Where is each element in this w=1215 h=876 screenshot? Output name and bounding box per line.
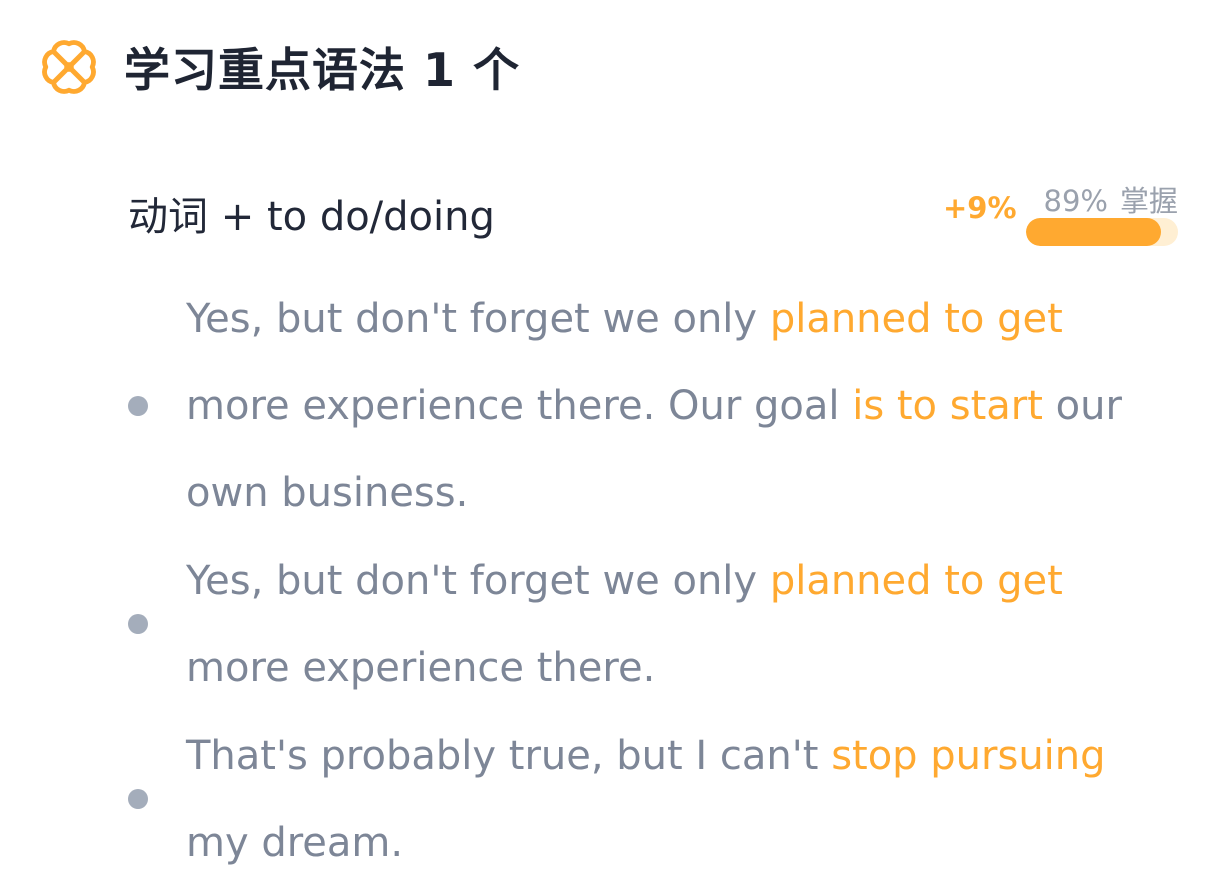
four-petal-flower-icon: [42, 40, 96, 94]
mastery-indicator: +9% 89% 掌握: [943, 178, 1178, 250]
example-sentence-item: Yes, but don't forget we only planned to…: [128, 276, 1188, 538]
section-title: 学习重点语法 1 个: [124, 43, 521, 97]
example-sentence-item: Yes, but don't forget we only planned to…: [128, 538, 1188, 713]
example-sentence-text: That's probably true, but I can't stop p…: [186, 713, 1176, 876]
example-sentence-item: That's probably true, but I can't stop p…: [128, 713, 1188, 876]
grammar-point-title: 动词 + to do/doing: [128, 194, 495, 240]
highlighted-grammar-phrase: is to start: [852, 383, 1043, 429]
bullet-dot: [128, 396, 148, 416]
sentence-text-segment: my dream.: [186, 820, 404, 866]
grammar-point-row[interactable]: 动词 + to do/doing +9% 89% 掌握: [128, 178, 1178, 250]
highlighted-grammar-phrase: stop pursuing: [831, 733, 1106, 779]
mastery-readout: 89% 掌握: [1044, 178, 1178, 220]
sentence-text-segment: Yes, but don't forget we only: [186, 558, 770, 604]
grammar-focus-card: 学习重点语法 1 个 动词 + to do/doing +9% 89% 掌握 Ye…: [0, 0, 1215, 876]
section-header: 学习重点语法 1 个: [40, 34, 520, 100]
mastery-percent: 89%: [1043, 184, 1108, 218]
highlighted-grammar-phrase: planned to get: [769, 558, 1063, 604]
bullet-dot: [128, 614, 148, 634]
bullet-dot: [128, 789, 148, 809]
mastery-delta: +9%: [943, 191, 1017, 225]
sentence-text-segment: more experience there. Our goal: [186, 383, 853, 429]
mastery-progress-bar: [1026, 218, 1178, 246]
example-sentence-text: Yes, but don't forget we only planned to…: [186, 276, 1176, 537]
example-sentence-text: Yes, but don't forget we only planned to…: [186, 538, 1176, 712]
sentence-text-segment: more experience there.: [186, 645, 656, 691]
mastery-label: 掌握: [1119, 184, 1178, 218]
sentence-text-segment: Yes, but don't forget we only: [186, 296, 770, 342]
sentence-text-segment: That's probably true, but I can't: [186, 733, 832, 779]
mastery-progress-fill: [1026, 218, 1162, 246]
highlighted-grammar-phrase: planned to get: [769, 296, 1063, 342]
